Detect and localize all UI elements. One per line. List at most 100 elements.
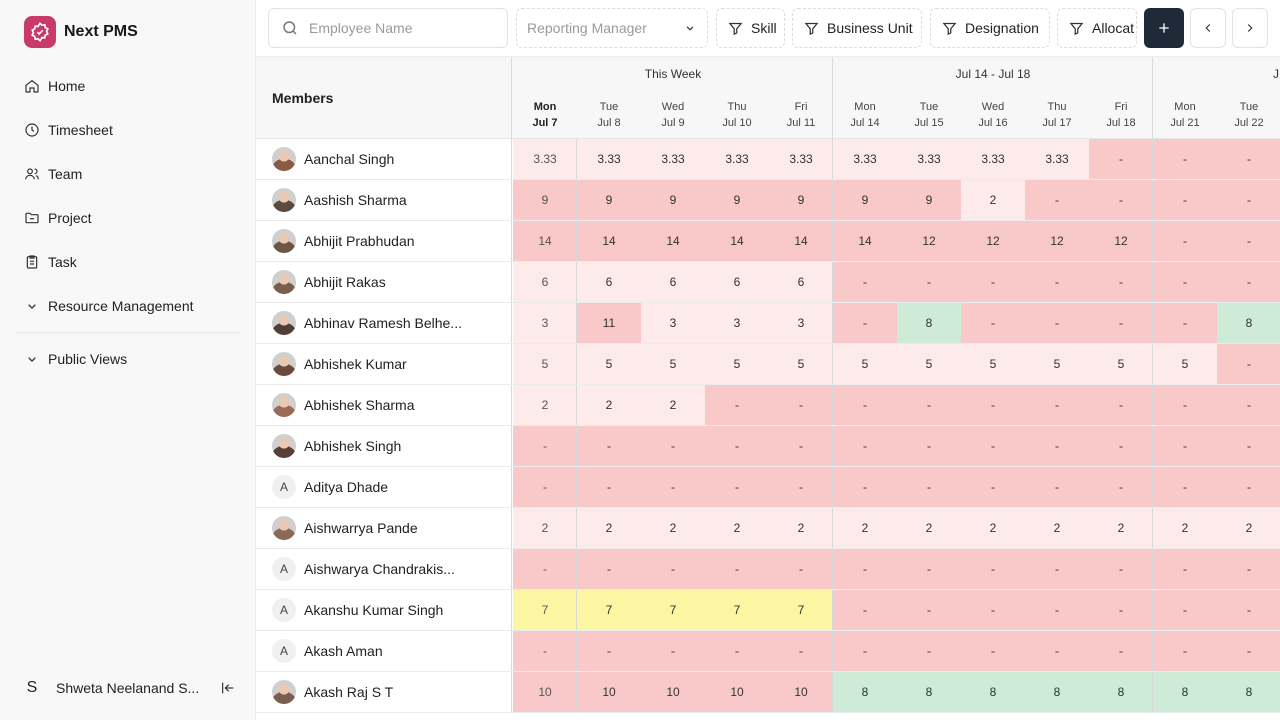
allocation-cell[interactable]: 2 [705,508,769,548]
allocation-cell[interactable]: - [897,590,961,630]
allocation-cell[interactable]: 3.33 [705,139,769,179]
allocation-cell[interactable]: 3.33 [769,139,833,179]
allocation-cell[interactable]: 6 [705,262,769,302]
allocation-cell[interactable]: - [1153,262,1217,302]
sidebar-item-task[interactable]: Task [16,240,240,284]
search-box[interactable] [268,8,508,48]
allocation-cell[interactable]: 9 [833,180,897,220]
allocation-cell[interactable]: - [1153,590,1217,630]
allocation-cell[interactable]: - [1153,549,1217,589]
brand[interactable]: Next PMS [24,16,138,48]
allocation-cell[interactable]: - [897,631,961,671]
allocation-cell[interactable]: 10 [513,672,577,712]
allocation-cell[interactable]: - [897,426,961,466]
allocation-cell[interactable]: - [961,385,1025,425]
allocation-cell[interactable]: 3 [705,303,769,343]
allocation-cell[interactable]: - [1217,590,1280,630]
allocation-cell[interactable]: 3.33 [1025,139,1089,179]
allocation-cell[interactable]: 8 [833,672,897,712]
sidebar-group-resource-management[interactable]: Resource Management [16,284,240,328]
allocation-cell[interactable]: - [897,549,961,589]
allocation-cell[interactable]: - [833,549,897,589]
allocation-cell[interactable]: 8 [897,672,961,712]
allocation-cell[interactable]: 9 [705,180,769,220]
allocation-cell[interactable]: - [769,385,833,425]
allocation-cell[interactable]: - [961,590,1025,630]
allocation-cell[interactable]: - [577,467,641,507]
member-cell[interactable]: Akash Raj S T [256,672,512,712]
allocation-cell[interactable]: - [833,467,897,507]
allocation-cell[interactable]: 5 [833,344,897,384]
allocation-cell[interactable]: 2 [1153,508,1217,548]
allocation-cell[interactable]: - [1089,303,1153,343]
member-cell[interactable]: Abhijit Prabhudan [256,221,512,261]
allocation-cell[interactable]: 6 [769,262,833,302]
member-cell[interactable]: Aanchal Singh [256,139,512,179]
allocation-cell[interactable]: - [1089,467,1153,507]
allocation-cell[interactable]: - [961,631,1025,671]
allocation-cell[interactable]: 5 [641,344,705,384]
allocation-cell[interactable]: 6 [577,262,641,302]
allocation-cell[interactable]: 14 [833,221,897,261]
allocation-cell[interactable]: - [1153,303,1217,343]
allocation-cell[interactable]: 9 [897,180,961,220]
allocation-cell[interactable]: - [1217,549,1280,589]
allocation-cell[interactable]: - [1025,303,1089,343]
allocation-cell[interactable]: - [1089,180,1153,220]
allocation-cell[interactable]: 11 [577,303,641,343]
allocation-cell[interactable]: 10 [641,672,705,712]
allocation-cell[interactable]: - [1217,426,1280,466]
allocation-cell[interactable]: 5 [897,344,961,384]
allocation-cell[interactable]: 3.33 [513,139,577,179]
allocation-cell[interactable]: 9 [513,180,577,220]
allocation-cell[interactable]: - [1025,262,1089,302]
allocation-cell[interactable]: - [1089,385,1153,425]
allocation-cell[interactable]: - [641,426,705,466]
allocation-cell[interactable]: - [1217,385,1280,425]
allocation-cell[interactable]: - [1153,221,1217,261]
allocation-cell[interactable]: - [769,467,833,507]
allocation-cell[interactable]: 3 [513,303,577,343]
allocation-cell[interactable]: 2 [961,508,1025,548]
allocation-cell[interactable]: - [577,631,641,671]
allocation-cell[interactable]: 2 [641,508,705,548]
allocation-cell[interactable]: 2 [833,508,897,548]
allocation-cell[interactable]: 3.33 [577,139,641,179]
allocation-cell[interactable]: - [961,549,1025,589]
allocation-cell[interactable]: - [641,549,705,589]
allocation-cell[interactable]: - [1089,139,1153,179]
allocation-cell[interactable]: - [1025,631,1089,671]
allocation-cell[interactable]: - [705,426,769,466]
allocation-cell[interactable]: 10 [705,672,769,712]
allocation-cell[interactable]: - [961,303,1025,343]
allocation-cell[interactable]: 3.33 [641,139,705,179]
allocation-cell[interactable]: - [1089,262,1153,302]
allocation-cell[interactable]: 7 [705,590,769,630]
allocation-cell[interactable]: 8 [1217,672,1280,712]
allocation-cell[interactable]: 8 [897,303,961,343]
allocation-cell[interactable]: - [961,426,1025,466]
add-allocation-button[interactable] [1144,8,1184,48]
allocation-cell[interactable]: - [1217,180,1280,220]
allocation-cell[interactable]: - [769,631,833,671]
allocation-cell[interactable]: - [705,467,769,507]
allocation-cell[interactable]: - [705,631,769,671]
allocation-cell[interactable]: 5 [513,344,577,384]
member-cell[interactable]: Abhishek Singh [256,426,512,466]
allocation-cell[interactable]: - [1025,385,1089,425]
allocation-cell[interactable]: 3 [769,303,833,343]
allocation-cell[interactable]: - [1025,426,1089,466]
allocation-cell[interactable]: - [833,303,897,343]
next-week-button[interactable] [1232,8,1268,48]
allocation-cell[interactable]: 9 [641,180,705,220]
allocation-cell[interactable]: 14 [705,221,769,261]
allocation-cell[interactable]: 3 [641,303,705,343]
allocation-cell[interactable]: - [1217,467,1280,507]
allocation-cell[interactable]: - [1217,631,1280,671]
previous-week-button[interactable] [1190,8,1226,48]
allocation-cell[interactable]: 2 [897,508,961,548]
allocation-cell[interactable]: 5 [577,344,641,384]
sidebar-item-team[interactable]: Team [16,152,240,196]
allocation-cell[interactable]: 5 [961,344,1025,384]
allocation-cell[interactable]: - [961,467,1025,507]
